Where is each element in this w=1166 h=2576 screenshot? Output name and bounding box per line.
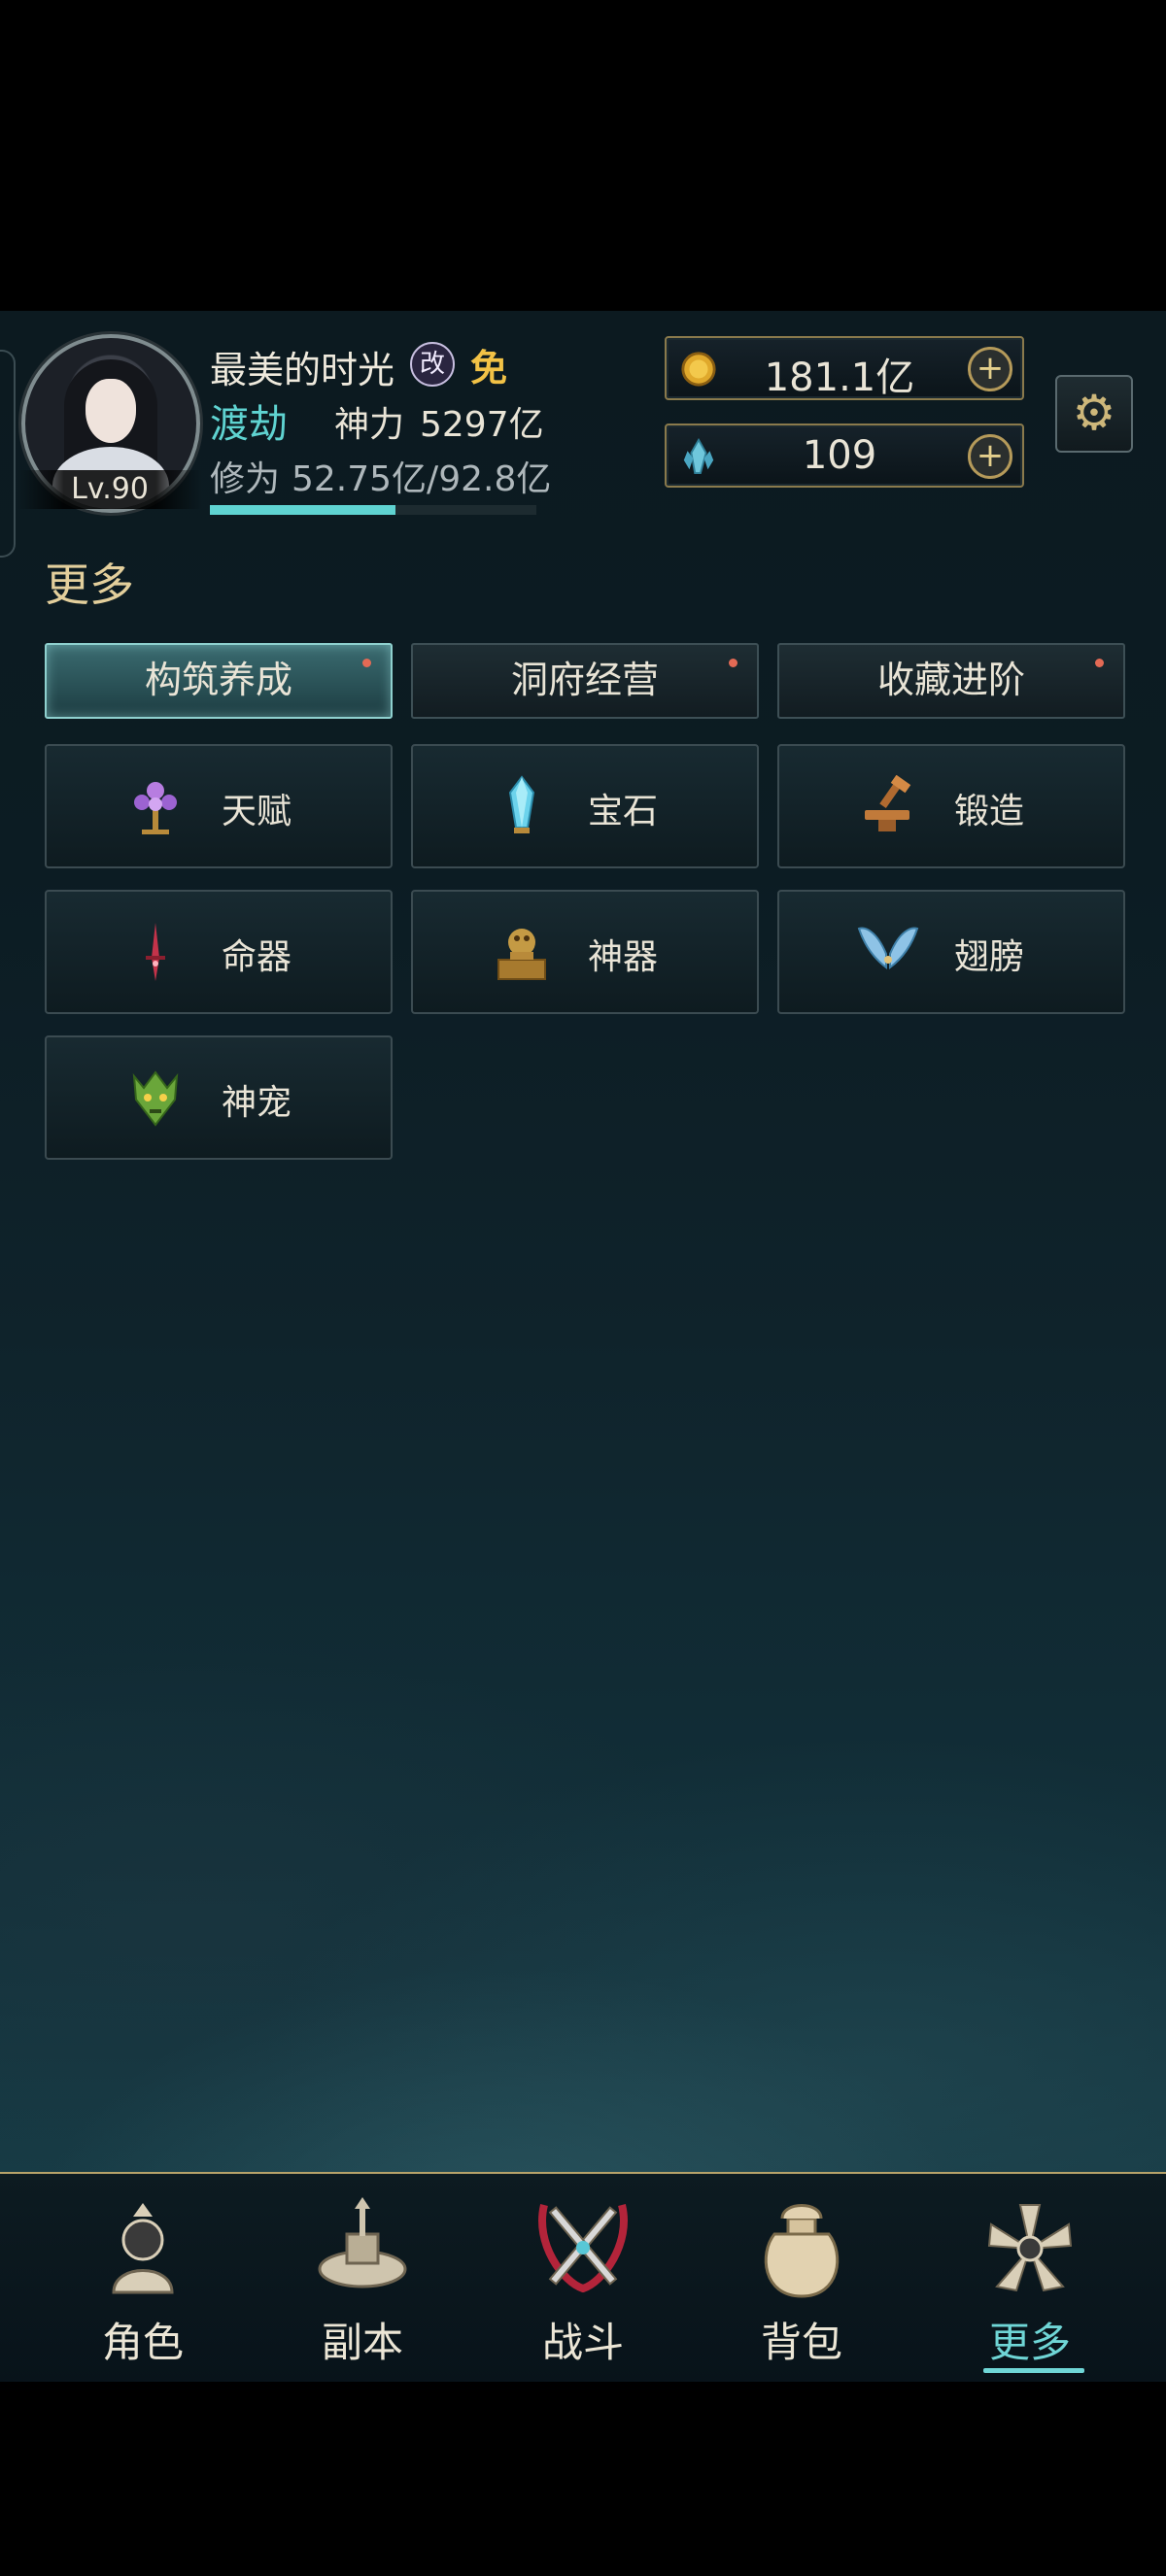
section-title: 更多 [45, 559, 134, 611]
tab-label: 收藏进阶 [876, 659, 1025, 701]
feature-life-artifact-button[interactable]: 命器 [45, 890, 393, 1014]
tab-collection[interactable]: 收藏进阶 [777, 643, 1125, 719]
divine-seal-icon [497, 929, 546, 980]
gear-icon: ⚙ [1072, 385, 1116, 441]
battle-swords-icon [538, 2204, 628, 2293]
feature-divine-pet-button[interactable]: 神宠 [45, 1035, 393, 1160]
red-dot-indicator [729, 659, 737, 667]
red-dot-indicator [1095, 659, 1104, 667]
crystal-amount: 109 [802, 433, 877, 478]
power-value: 5297亿 [420, 405, 544, 445]
realm-label: 渡劫 [210, 402, 288, 447]
feature-label: 神宠 [222, 1083, 292, 1123]
bottom-navigation: 角色 副本 战斗 背包 更多 [0, 2172, 1166, 2384]
gold-amount: 181.1亿 [764, 356, 915, 400]
feature-wings-button[interactable]: 翅膀 [777, 890, 1125, 1014]
tab-build[interactable]: 构筑养成 [45, 643, 393, 719]
add-gold-button[interactable]: + [968, 347, 1012, 391]
tab-cave[interactable]: 洞府经营 [411, 643, 759, 719]
feature-label: 神器 [588, 937, 659, 977]
feature-forge-button[interactable]: 锻造 [777, 744, 1125, 868]
system-nav-area [0, 2382, 1166, 2576]
settings-button[interactable]: ⚙ [1055, 375, 1133, 453]
talent-tree-icon [134, 782, 177, 834]
feature-label: 命器 [222, 937, 292, 977]
cultivation-progress-bar [210, 505, 536, 515]
status-bar-area [0, 0, 1166, 311]
gold-currency: 181.1亿 + [665, 336, 1024, 400]
nav-more[interactable]: 更多 [933, 2187, 1127, 2373]
wings-icon [857, 927, 919, 970]
player-level: Lv.90 [17, 470, 202, 509]
crystal-icon [683, 438, 714, 475]
dragon-pet-icon [132, 1070, 179, 1127]
nav-label: 背包 [760, 2319, 842, 2366]
player-name: 最美的时光 [210, 349, 395, 391]
add-crystal-button[interactable]: + [968, 434, 1012, 479]
feature-talent-button[interactable]: 天赋 [45, 744, 393, 868]
cultivation-label: 修为 [210, 459, 281, 499]
life-artifact-dagger-icon [146, 923, 165, 981]
more-lotus-icon [987, 2204, 1073, 2292]
tab-label: 构筑养成 [144, 659, 292, 701]
nav-label: 战斗 [541, 2319, 624, 2366]
tab-label: 洞府经营 [510, 659, 659, 701]
feature-label: 翅膀 [954, 937, 1025, 977]
nav-battle[interactable]: 战斗 [486, 2187, 680, 2372]
rename-badge[interactable]: 改 [410, 342, 455, 387]
power-label: 神力 [334, 405, 405, 445]
gold-coin-icon [681, 352, 716, 387]
feature-label: 天赋 [222, 792, 292, 831]
side-drawer-handle[interactable] [0, 350, 16, 558]
nav-label: 角色 [101, 2319, 184, 2366]
crystal-currency: 109 + [665, 424, 1024, 488]
game-screen [0, 311, 1166, 2172]
feature-label: 锻造 [954, 792, 1025, 831]
nav-label: 更多 [988, 2319, 1071, 2366]
forge-anvil-icon [865, 775, 911, 831]
bag-icon [764, 2204, 840, 2298]
nav-character[interactable]: 角色 [46, 2187, 240, 2372]
nav-bag[interactable]: 背包 [704, 2187, 899, 2372]
cultivation-progress-fill [210, 505, 396, 515]
character-icon [112, 2203, 174, 2294]
feature-divine-artifact-button[interactable]: 神器 [411, 890, 759, 1014]
gem-icon [508, 775, 535, 833]
dungeon-icon [318, 2197, 407, 2288]
feature-gem-button[interactable]: 宝石 [411, 744, 759, 868]
feature-label: 宝石 [588, 792, 659, 831]
nav-label: 副本 [321, 2319, 403, 2366]
red-dot-indicator [362, 659, 371, 667]
nav-dungeon[interactable]: 副本 [265, 2187, 460, 2372]
cultivation-value: 52.75亿/92.8亿 [292, 459, 552, 499]
free-badge: 免 [470, 347, 508, 390]
nav-active-underline [983, 2368, 1084, 2373]
